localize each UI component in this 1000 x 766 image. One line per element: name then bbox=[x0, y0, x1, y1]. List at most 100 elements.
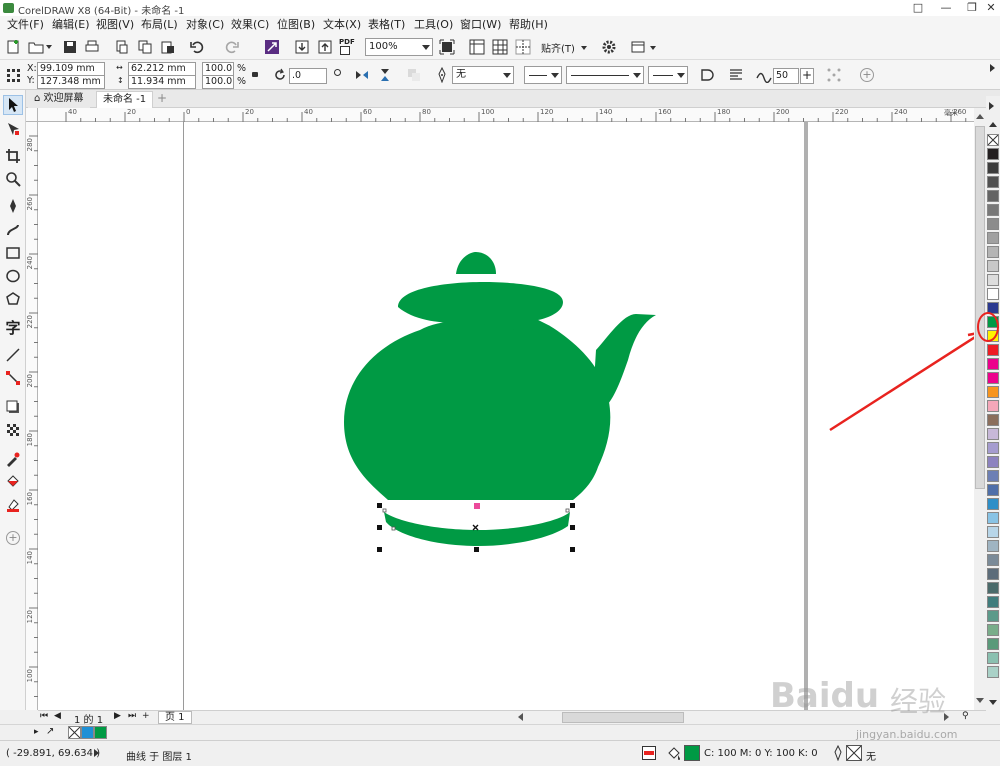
palette-swatch[interactable] bbox=[987, 456, 999, 468]
palette-swatch[interactable] bbox=[987, 218, 999, 230]
scale-x-field[interactable]: 100.0 bbox=[202, 62, 234, 76]
x-position-field[interactable]: 99.109 mm bbox=[37, 62, 105, 76]
lock-ratio-icon[interactable] bbox=[252, 72, 258, 77]
outline-width-dropdown[interactable]: 无 bbox=[452, 66, 514, 84]
palette-swatch[interactable] bbox=[987, 624, 999, 636]
menu-edit[interactable]: 编辑(E) bbox=[49, 17, 93, 33]
menu-text[interactable]: 文本(X) bbox=[320, 17, 364, 33]
y-position-field[interactable]: 127.348 mm bbox=[37, 75, 105, 89]
first-page-icon[interactable]: ⏮ bbox=[40, 711, 48, 721]
doc-palette-no-color[interactable] bbox=[68, 726, 81, 739]
palette-swatch[interactable] bbox=[987, 162, 999, 174]
line-style-dropdown[interactable] bbox=[566, 66, 644, 84]
palette-swatch[interactable] bbox=[987, 204, 999, 216]
shape-tool-icon[interactable] bbox=[3, 119, 23, 139]
palette-scroll-up-icon[interactable] bbox=[989, 122, 997, 127]
zoom-level-dropdown[interactable]: 100% bbox=[365, 38, 433, 56]
smart-fill-tool-icon[interactable] bbox=[3, 495, 23, 515]
full-screen-icon[interactable] bbox=[437, 37, 457, 57]
menu-bitmaps[interactable]: 位图(B) bbox=[274, 17, 318, 33]
menu-view[interactable]: 视图(V) bbox=[93, 17, 137, 33]
palette-swatch[interactable] bbox=[987, 442, 999, 454]
rectangle-tool-icon[interactable] bbox=[3, 243, 23, 263]
palette-swatch[interactable] bbox=[987, 526, 999, 538]
wrap-text-icon[interactable] bbox=[726, 65, 746, 85]
drop-shadow-tool-icon[interactable] bbox=[3, 397, 23, 417]
vertical-scroll-thumb[interactable] bbox=[975, 126, 985, 489]
publish-pdf-label[interactable]: PDF bbox=[339, 38, 355, 46]
mirror-vertical-icon[interactable] bbox=[375, 65, 395, 85]
palette-swatch[interactable] bbox=[987, 568, 999, 580]
menu-table[interactable]: 表格(T) bbox=[365, 17, 408, 33]
open-folder-icon[interactable] bbox=[26, 37, 46, 57]
document-palette-eyedropper-icon[interactable]: ↗ bbox=[46, 726, 54, 737]
palette-swatch[interactable] bbox=[987, 344, 999, 356]
vertical-ruler[interactable]: 28026024022020018016014012010080 bbox=[26, 122, 38, 737]
cut-icon[interactable] bbox=[112, 37, 132, 57]
application-launcher-icon[interactable] bbox=[628, 37, 648, 57]
paste-icon[interactable] bbox=[158, 37, 178, 57]
prev-page-icon[interactable]: ◀ bbox=[54, 711, 61, 721]
palette-swatch[interactable] bbox=[987, 596, 999, 608]
palette-swatch[interactable] bbox=[987, 288, 999, 300]
text-tool-icon[interactable]: 字 bbox=[3, 317, 23, 337]
property-bar-expand-icon[interactable] bbox=[990, 64, 995, 72]
drawing-canvas[interactable] bbox=[38, 122, 986, 710]
palette-swatch[interactable] bbox=[987, 652, 999, 664]
tab-welcome-screen[interactable]: ⌂ 欢迎屏幕 bbox=[28, 91, 90, 108]
print-icon[interactable] bbox=[82, 37, 102, 57]
snap-to-dropdown[interactable]: 贴齐(T) bbox=[541, 40, 575, 55]
copy-icon[interactable] bbox=[135, 37, 155, 57]
menu-tools[interactable]: 工具(O) bbox=[411, 17, 456, 33]
palette-swatch[interactable] bbox=[987, 554, 999, 566]
last-page-icon[interactable]: ⏭ bbox=[128, 711, 136, 721]
horizontal-scroll-thumb[interactable] bbox=[562, 712, 684, 723]
menu-help[interactable]: 帮助(H) bbox=[506, 17, 551, 33]
doc-palette-green-swatch[interactable] bbox=[94, 726, 107, 739]
outline-pen-icon[interactable] bbox=[432, 65, 452, 85]
fill-bucket-icon[interactable] bbox=[666, 745, 682, 761]
close-curve-icon[interactable] bbox=[697, 65, 717, 85]
vertical-scrollbar[interactable] bbox=[974, 108, 986, 710]
palette-swatch[interactable] bbox=[987, 498, 999, 510]
palette-swatch[interactable] bbox=[987, 232, 999, 244]
import-icon[interactable] bbox=[292, 37, 312, 57]
launcher-dropdown-arrow-icon[interactable] bbox=[650, 46, 656, 50]
show-guidelines-icon[interactable] bbox=[513, 37, 533, 57]
menu-file[interactable]: 文件(F) bbox=[4, 17, 47, 33]
account-icon[interactable]: □ bbox=[904, 0, 932, 16]
close-button[interactable]: ✕ bbox=[982, 0, 1000, 16]
palette-swatch[interactable] bbox=[987, 414, 999, 426]
height-field[interactable]: 11.934 mm bbox=[128, 75, 196, 89]
palette-scroll-down-icon[interactable] bbox=[989, 700, 997, 705]
document-palette-menu-icon[interactable]: ▸ bbox=[34, 727, 39, 737]
export-icon[interactable] bbox=[315, 37, 335, 57]
palette-swatch[interactable] bbox=[987, 386, 999, 398]
tab-untitled-document[interactable]: 未命名 -1 bbox=[96, 91, 154, 108]
end-arrowhead-dropdown[interactable] bbox=[648, 66, 688, 84]
ellipse-tool-icon[interactable] bbox=[3, 266, 23, 286]
menu-effects[interactable]: 效果(C) bbox=[228, 17, 272, 33]
show-grid-icon[interactable] bbox=[490, 37, 510, 57]
color-proof-icon[interactable] bbox=[642, 746, 656, 760]
start-arrowhead-dropdown[interactable] bbox=[524, 66, 562, 84]
teapot-drawing[interactable] bbox=[38, 122, 974, 710]
minimize-button[interactable]: — bbox=[932, 0, 960, 16]
palette-swatch[interactable] bbox=[987, 470, 999, 482]
palette-swatch[interactable] bbox=[987, 246, 999, 258]
open-dropdown-arrow-icon[interactable] bbox=[46, 45, 52, 49]
snap-dropdown-arrow-icon[interactable] bbox=[581, 46, 587, 50]
transparency-tool-icon[interactable] bbox=[3, 420, 23, 440]
palette-swatch[interactable] bbox=[987, 540, 999, 552]
scroll-up-arrow-icon[interactable] bbox=[976, 114, 984, 119]
palette-swatch[interactable] bbox=[987, 372, 999, 384]
crop-tool-icon[interactable] bbox=[3, 146, 23, 166]
doc-palette-blue-swatch[interactable] bbox=[81, 726, 94, 739]
menu-layout[interactable]: 布局(L) bbox=[138, 17, 181, 33]
zoom-tool-icon[interactable] bbox=[3, 169, 23, 189]
corel-connect-icon[interactable] bbox=[262, 37, 282, 57]
palette-menu-arrow-icon[interactable] bbox=[989, 102, 994, 110]
mirror-horizontal-icon[interactable] bbox=[352, 65, 372, 85]
palette-swatch[interactable] bbox=[987, 428, 999, 440]
object-origin-icon[interactable] bbox=[3, 65, 23, 85]
